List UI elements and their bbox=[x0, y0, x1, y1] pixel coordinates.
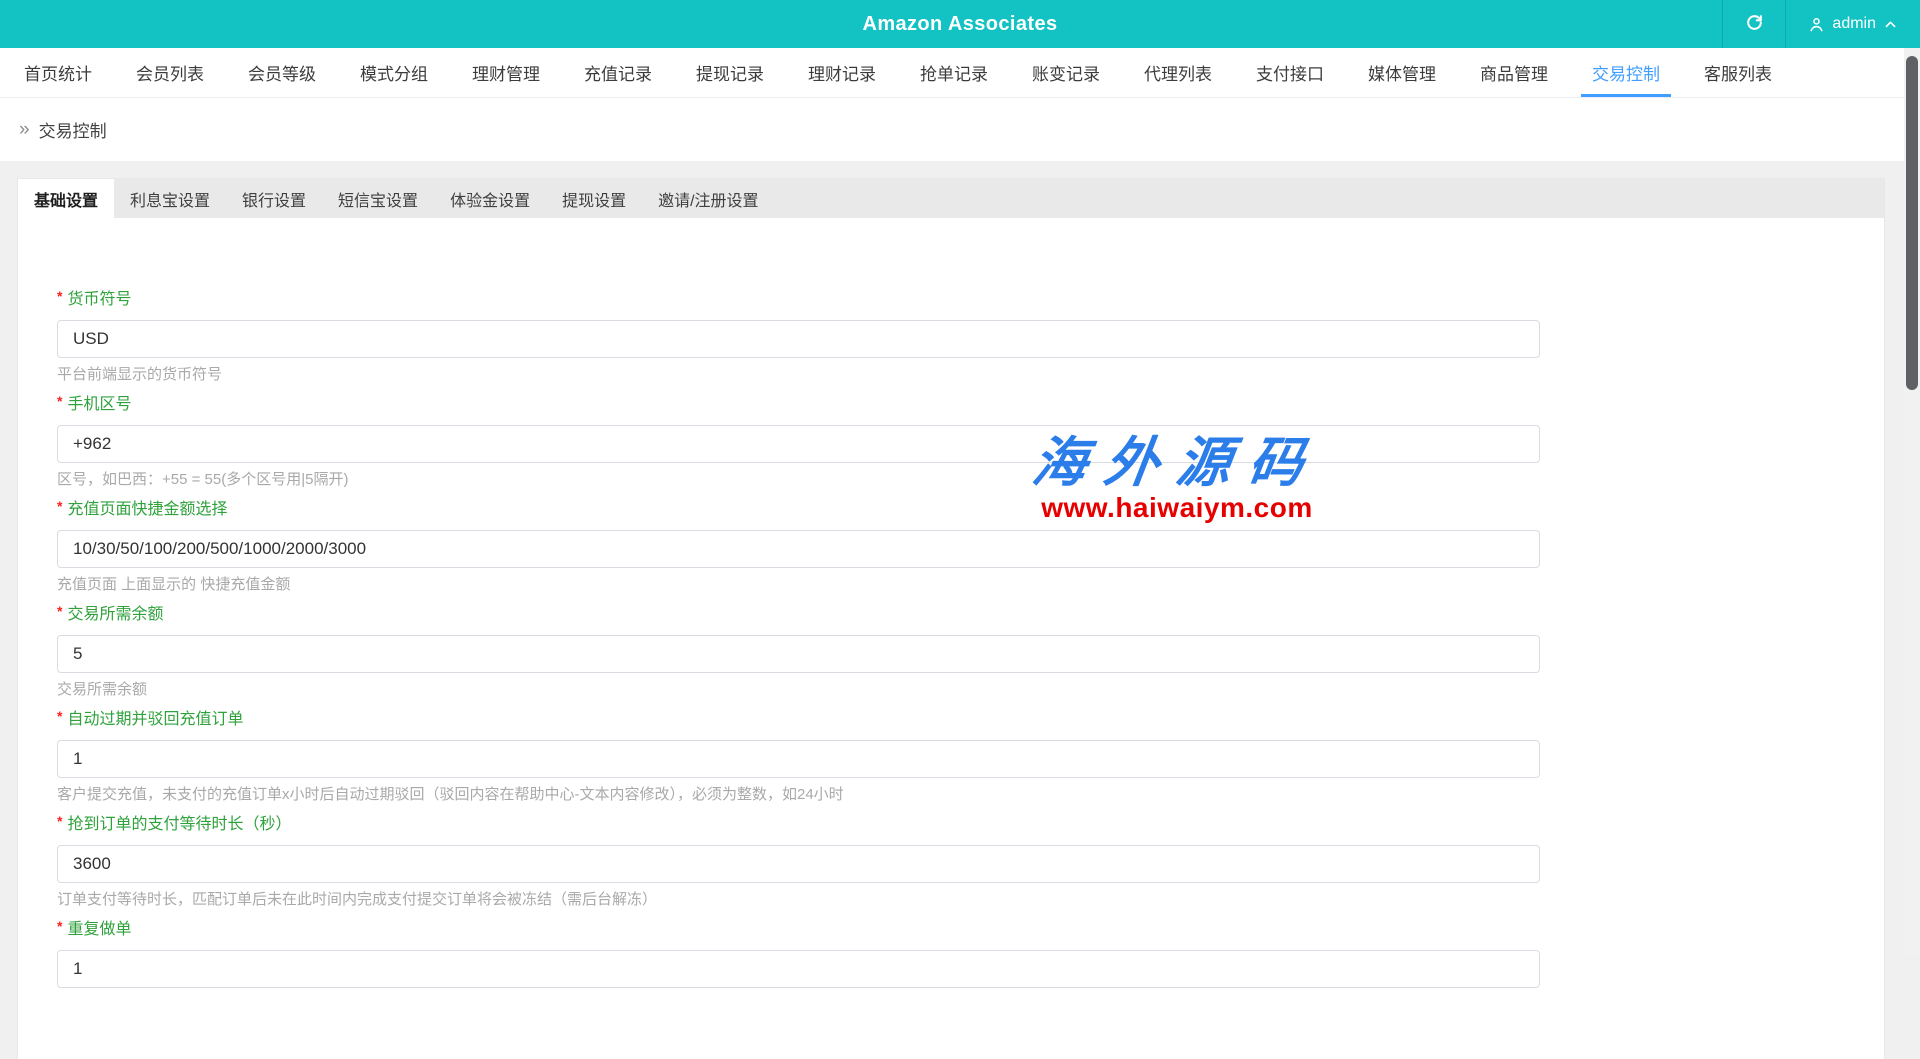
required-asterisk: * bbox=[57, 287, 62, 306]
required-asterisk: * bbox=[57, 707, 62, 726]
field-helper: 平台前端显示的货币符号 bbox=[57, 366, 1540, 384]
field-label-text: 抢到订单的支付等待时长（秒） bbox=[67, 815, 291, 834]
field-auto-expire-recharge-order: * 自动过期并驳回充值订单客户提交充值，未支付的充值订单x小时后自动过期驳回（驳回… bbox=[57, 710, 1540, 804]
tab-bank-settings[interactable]: 银行设置 bbox=[226, 179, 322, 218]
field-phone-area-code: * 手机区号区号，如巴西：+55 = 55(多个区号用|5隔开) bbox=[57, 395, 1540, 489]
nav-item-trade-control[interactable]: 交易控制 bbox=[1579, 48, 1673, 97]
nav-item-finance-manage[interactable]: 理财管理 bbox=[459, 48, 553, 97]
field-label-text: 重复做单 bbox=[67, 920, 131, 939]
header-actions: admin bbox=[1722, 0, 1920, 48]
nav-item-account-change-records[interactable]: 账变记录 bbox=[1019, 48, 1113, 97]
field-helper: 订单支付等待时长，匹配订单后未在此时间内完成支付提交订单将会被冻结（需后台解冻） bbox=[57, 891, 1540, 909]
field-grab-order-payment-wait-seconds: * 抢到订单的支付等待时长（秒） 订单支付等待时长，匹配订单后未在此时间内完成支付提… bbox=[57, 815, 1540, 909]
field-helper: 区号，如巴西：+55 = 55(多个区号用|5隔开) bbox=[57, 471, 1540, 489]
app-title: Amazon Associates bbox=[0, 13, 1920, 36]
nav-item-agent-list[interactable]: 代理列表 bbox=[1131, 48, 1225, 97]
breadcrumb-arrows-icon: » bbox=[19, 120, 30, 139]
nav-item-withdraw-records[interactable]: 提现记录 bbox=[683, 48, 777, 97]
nav-item-member-list[interactable]: 会员列表 bbox=[123, 48, 217, 97]
settings-tabs: 基础设置利息宝设置银行设置短信宝设置体验金设置提现设置邀请/注册设置 bbox=[18, 179, 1884, 218]
refresh-icon bbox=[1745, 13, 1764, 35]
auto-expire-recharge-order-input[interactable] bbox=[57, 740, 1540, 778]
required-asterisk: * bbox=[57, 812, 62, 831]
nav-item-member-level[interactable]: 会员等级 bbox=[235, 48, 329, 97]
repeat-order-input[interactable] bbox=[57, 950, 1540, 988]
settings-panel: 基础设置利息宝设置银行设置短信宝设置体验金设置提现设置邀请/注册设置 * 货币符号… bbox=[18, 179, 1884, 1059]
tab-basic-settings[interactable]: 基础设置 bbox=[18, 179, 114, 218]
nav-item-payment-api[interactable]: 支付接口 bbox=[1243, 48, 1337, 97]
field-label: * 充值页面快捷金额选择 bbox=[57, 500, 1540, 519]
tab-withdraw-settings[interactable]: 提现设置 bbox=[546, 179, 642, 218]
app-root: Amazon Associates ad bbox=[0, 0, 1920, 1059]
field-label-text: 手机区号 bbox=[67, 395, 131, 414]
grab-order-payment-wait-seconds-input[interactable] bbox=[57, 845, 1540, 883]
field-label-text: 自动过期并驳回充值订单 bbox=[67, 710, 243, 729]
field-recharge-quick-amounts: * 充值页面快捷金额选择充值页面 上面显示的 快捷充值金额 bbox=[57, 500, 1540, 594]
username-label: admin bbox=[1832, 15, 1876, 33]
field-label-text: 充值页面快捷金额选择 bbox=[67, 500, 227, 519]
tab-trial-fund-settings[interactable]: 体验金设置 bbox=[434, 179, 546, 218]
field-label: * 手机区号 bbox=[57, 395, 1540, 414]
tab-invite-register-settings[interactable]: 邀请/注册设置 bbox=[642, 179, 774, 218]
nav-item-grab-order-records[interactable]: 抢单记录 bbox=[907, 48, 1001, 97]
page-scrollbar[interactable] bbox=[1904, 48, 1920, 955]
field-helper: 充值页面 上面显示的 快捷充值金额 bbox=[57, 576, 1540, 594]
top-header: Amazon Associates ad bbox=[0, 0, 1920, 48]
field-repeat-order: * 重复做单 bbox=[57, 920, 1540, 988]
nav-item-recharge-records[interactable]: 充值记录 bbox=[571, 48, 665, 97]
required-asterisk: * bbox=[57, 392, 62, 411]
field-currency-symbol: * 货币符号平台前端显示的货币符号 bbox=[57, 290, 1540, 384]
nav-item-product-manage[interactable]: 商品管理 bbox=[1467, 48, 1561, 97]
main-nav: 首页统计会员列表会员等级模式分组理财管理充值记录提现记录理财记录抢单记录账变记录… bbox=[0, 48, 1920, 98]
settings-form: * 货币符号平台前端显示的货币符号 * 手机区号区号，如巴西：+55 = 55(多个区… bbox=[18, 218, 1884, 1059]
required-asterisk: * bbox=[57, 497, 62, 516]
currency-symbol-input[interactable] bbox=[57, 320, 1540, 358]
field-label-text: 货币符号 bbox=[67, 290, 131, 309]
nav-item-mode-group[interactable]: 模式分组 bbox=[347, 48, 441, 97]
field-helper: 交易所需余额 bbox=[57, 681, 1540, 699]
field-label: * 重复做单 bbox=[57, 920, 1540, 939]
nav-item-home-stats[interactable]: 首页统计 bbox=[11, 48, 105, 97]
field-label: * 交易所需余额 bbox=[57, 605, 1540, 624]
nav-item-media-manage[interactable]: 媒体管理 bbox=[1355, 48, 1449, 97]
field-label: * 货币符号 bbox=[57, 290, 1540, 309]
breadcrumb-label: 交易控制 bbox=[39, 117, 107, 142]
user-menu[interactable]: admin bbox=[1786, 0, 1920, 48]
nav-item-customer-service-list[interactable]: 客服列表 bbox=[1691, 48, 1785, 97]
field-helper: 客户提交充值，未支付的充值订单x小时后自动过期驳回（驳回内容在帮助中心-文本内容… bbox=[57, 786, 1540, 804]
scrollbar-thumb[interactable] bbox=[1906, 56, 1918, 390]
field-label: * 自动过期并驳回充值订单 bbox=[57, 710, 1540, 729]
required-asterisk: * bbox=[57, 602, 62, 621]
refresh-button[interactable] bbox=[1723, 0, 1785, 48]
field-label: * 抢到订单的支付等待时长（秒） bbox=[57, 815, 1540, 834]
user-icon bbox=[1808, 16, 1825, 33]
tab-smsbao-settings[interactable]: 短信宝设置 bbox=[322, 179, 434, 218]
field-label-text: 交易所需余额 bbox=[67, 605, 163, 624]
recharge-quick-amounts-input[interactable] bbox=[57, 530, 1540, 568]
tab-lixibao-settings[interactable]: 利息宝设置 bbox=[114, 179, 226, 218]
breadcrumb: » 交易控制 bbox=[0, 98, 1920, 161]
required-asterisk: * bbox=[57, 917, 62, 936]
chevron-up-icon bbox=[1883, 17, 1898, 32]
nav-item-finance-records[interactable]: 理财记录 bbox=[795, 48, 889, 97]
field-trade-required-balance: *交易所需余额交易所需余额 bbox=[57, 605, 1540, 699]
phone-area-code-input[interactable] bbox=[57, 425, 1540, 463]
trade-required-balance-input[interactable] bbox=[57, 635, 1540, 673]
